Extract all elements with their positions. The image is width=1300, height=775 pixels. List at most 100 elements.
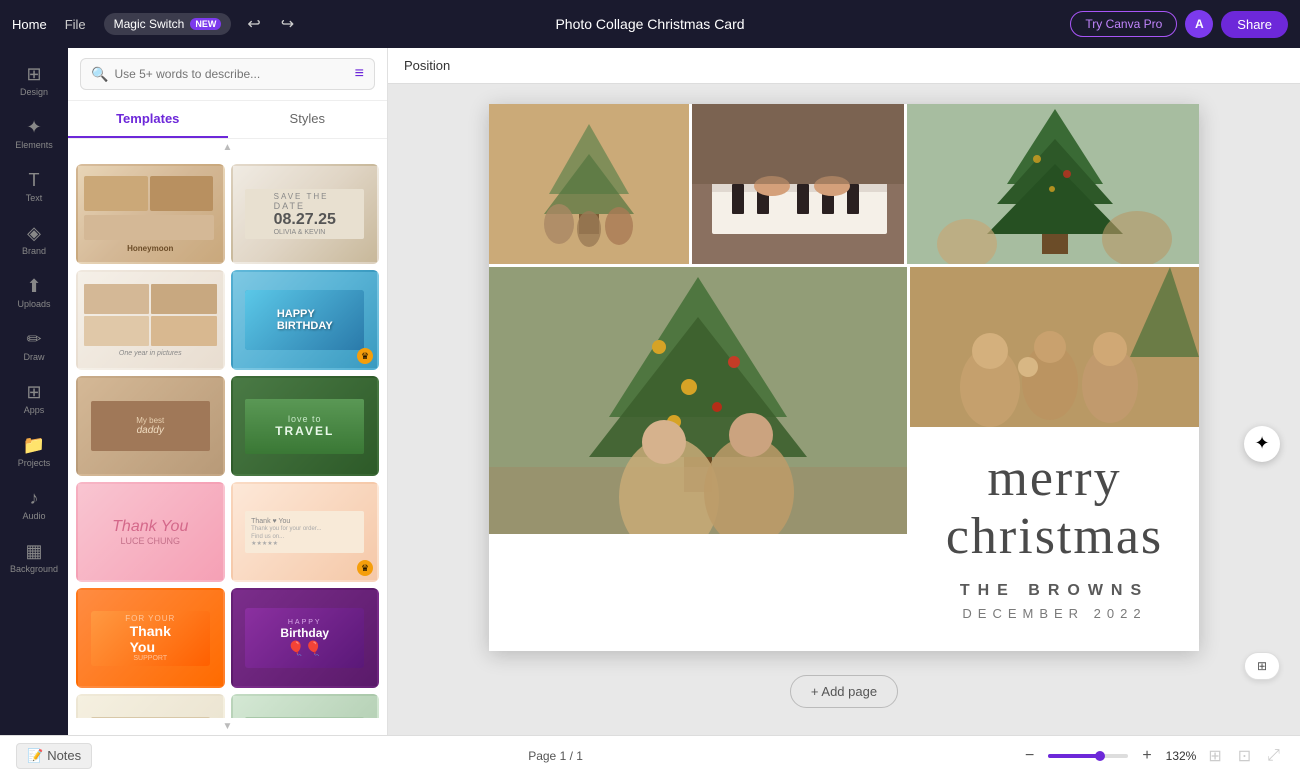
template-label: Honeymoon — [127, 244, 173, 253]
template-item[interactable]: love to TRAVEL — [231, 376, 380, 476]
sidebar-label-audio: Audio — [22, 511, 45, 521]
merry-text: merry — [987, 450, 1121, 507]
photo-cell-christmas-right[interactable] — [904, 104, 1199, 264]
canva-assistant-button[interactable]: ✦ — [1244, 426, 1280, 462]
sidebar-item-background[interactable]: ▦ Background — [4, 533, 64, 582]
sidebar-item-audio[interactable]: ♪ Audio — [4, 480, 64, 529]
avatar[interactable]: A — [1185, 10, 1213, 38]
redo-button[interactable]: ↪ — [277, 10, 298, 38]
sidebar-label-projects: Projects — [18, 458, 51, 468]
templates-panel: 🔍 ≡ Templates Styles ▲ — [68, 48, 388, 735]
sidebar-item-elements[interactable]: ✦ Elements — [4, 109, 64, 158]
search-icon: 🔍 — [91, 66, 108, 83]
right-column: merry christmas THE BROWNS DECEMBER 2022 — [910, 267, 1199, 651]
page-indicator: Page 1 / 1 — [528, 749, 583, 763]
date-text: DECEMBER 2022 — [962, 606, 1146, 621]
zoom-out-button[interactable]: − — [1019, 745, 1040, 767]
try-pro-button[interactable]: Try Canva Pro — [1070, 11, 1177, 37]
main-area: ⊞ Design ✦ Elements T Text ◈ Brand ⬆ Upl… — [0, 48, 1300, 735]
top-bar-center: Photo Collage Christmas Card — [555, 16, 744, 32]
card-layout: merry christmas THE BROWNS DECEMBER 2022 — [489, 104, 1199, 651]
fullscreen-button[interactable]: ⤢ — [1263, 743, 1284, 769]
sidebar-label-uploads: Uploads — [17, 299, 50, 309]
tab-styles[interactable]: Styles — [228, 101, 388, 138]
template-item[interactable]: Thank You LUCE CHUNG — [76, 482, 225, 582]
template-item[interactable]: My best daddy — [76, 376, 225, 476]
template-grid: Honeymoon SAVE THE DATE 08.27.25 OLIVIA … — [76, 164, 379, 718]
sidebar-item-uploads[interactable]: ⬆ Uploads — [4, 268, 64, 317]
template-item[interactable]: SAVE THE DATE 08.27.25 OLIVIA & KEVIN — [231, 164, 380, 264]
show-pages-button[interactable]: ⊞ — [1244, 652, 1280, 680]
template-item[interactable]: 🌿 Wedding Invitation — [231, 694, 380, 718]
notes-button[interactable]: 📝 Notes — [16, 743, 92, 769]
position-bar: Position — [388, 48, 1300, 84]
template-item[interactable]: Honeymoon — [76, 164, 225, 264]
home-button[interactable]: Home — [12, 17, 47, 32]
panel-content: Honeymoon SAVE THE DATE 08.27.25 OLIVIA … — [68, 156, 387, 718]
grid-view-button[interactable]: ⊞ — [1204, 742, 1225, 770]
document-title: Photo Collage Christmas Card — [555, 16, 744, 32]
sidebar-label-background: Background — [10, 564, 58, 574]
sidebar-item-brand[interactable]: ◈ Brand — [4, 215, 64, 264]
sidebar-item-apps[interactable]: ⊞ Apps — [4, 374, 64, 423]
new-badge: NEW — [190, 18, 221, 30]
zoom-slider[interactable] — [1048, 754, 1128, 758]
canvas-wrapper: 🔲 📋 ⤢ — [489, 104, 1199, 720]
scroll-down-button[interactable]: ▼ — [68, 718, 387, 735]
christmas-text: christmas — [946, 507, 1163, 566]
uploads-icon: ⬆ — [26, 276, 41, 297]
left-sidebar: ⊞ Design ✦ Elements T Text ◈ Brand ⬆ Upl… — [0, 48, 68, 735]
add-page-button[interactable]: + Add page — [790, 675, 898, 708]
template-item[interactable]: HAPPYBIRTHDAY ♛ — [231, 270, 380, 370]
fit-to-screen-button[interactable]: ⊡ — [1234, 742, 1255, 770]
template-item[interactable]: HAPPY Birthday 🎈🎈 — [231, 588, 380, 688]
scroll-up-button[interactable]: ▲ — [68, 139, 387, 156]
bottom-center: Page 1 / 1 — [528, 749, 583, 763]
canvas-scroll[interactable]: 🔲 📋 ⤢ — [388, 84, 1300, 735]
add-page-container: + Add page — [489, 663, 1199, 720]
text-icon: T — [29, 170, 40, 191]
brand-icon: ◈ — [27, 223, 41, 244]
file-menu[interactable]: File — [59, 13, 92, 36]
template-item[interactable]: One year in pictures — [76, 270, 225, 370]
zoom-in-button[interactable]: + — [1136, 745, 1157, 767]
bottom-left: 📝 Notes — [16, 743, 92, 769]
top-bar-left: Home File Magic Switch NEW ↩ ↪ — [12, 10, 543, 38]
share-button[interactable]: Share — [1221, 11, 1288, 38]
sidebar-label-draw: Draw — [23, 352, 44, 362]
tab-templates[interactable]: Templates — [68, 101, 228, 138]
search-box: 🔍 ≡ — [80, 58, 375, 90]
photo-cell-piano[interactable] — [689, 104, 904, 264]
position-label[interactable]: Position — [404, 58, 450, 73]
photo-cell-main[interactable] — [489, 267, 907, 651]
projects-icon: 📁 — [23, 435, 45, 456]
bottom-section: merry christmas THE BROWNS DECEMBER 2022 — [489, 267, 1199, 651]
template-item[interactable]: you are invited Claudia & Richard NOVEMB… — [76, 694, 225, 718]
undo-button[interactable]: ↩ — [243, 10, 264, 38]
premium-badge: ♛ — [357, 348, 373, 364]
sidebar-item-text[interactable]: T Text — [4, 162, 64, 211]
magic-switch-button[interactable]: Magic Switch NEW — [104, 13, 232, 35]
template-item[interactable]: Thank ♥ You Thank you for your order... … — [231, 482, 380, 582]
sidebar-label-apps: Apps — [24, 405, 45, 415]
sidebar-label-design: Design — [20, 87, 48, 97]
sidebar-label-text: Text — [26, 193, 43, 203]
filter-icon[interactable]: ≡ — [355, 65, 364, 83]
bottom-bar: 📝 Notes Page 1 / 1 − + 132% ⊞ ⊡ ⤢ — [0, 735, 1300, 775]
sidebar-item-projects[interactable]: 📁 Projects — [4, 427, 64, 476]
top-photo-row — [489, 104, 1199, 264]
top-bar-right: Try Canva Pro A Share — [757, 10, 1288, 38]
search-input[interactable] — [114, 67, 348, 81]
sidebar-label-elements: Elements — [15, 140, 53, 150]
sidebar-item-design[interactable]: ⊞ Design — [4, 56, 64, 105]
background-icon: ▦ — [25, 541, 42, 562]
photo-cell-family[interactable] — [489, 104, 689, 264]
apps-icon: ⊞ — [26, 382, 41, 403]
template-item[interactable]: FOR YOUR ThankYou SUPPORT — [76, 588, 225, 688]
canvas-board[interactable]: merry christmas THE BROWNS DECEMBER 2022 — [489, 104, 1199, 651]
sidebar-label-brand: Brand — [22, 246, 46, 256]
sidebar-item-draw[interactable]: ✏ Draw — [4, 321, 64, 370]
audio-icon: ♪ — [30, 488, 39, 509]
photo-cell-family-small[interactable] — [910, 267, 1199, 427]
canvas-area: Position 🔲 📋 ⤢ — [388, 48, 1300, 735]
